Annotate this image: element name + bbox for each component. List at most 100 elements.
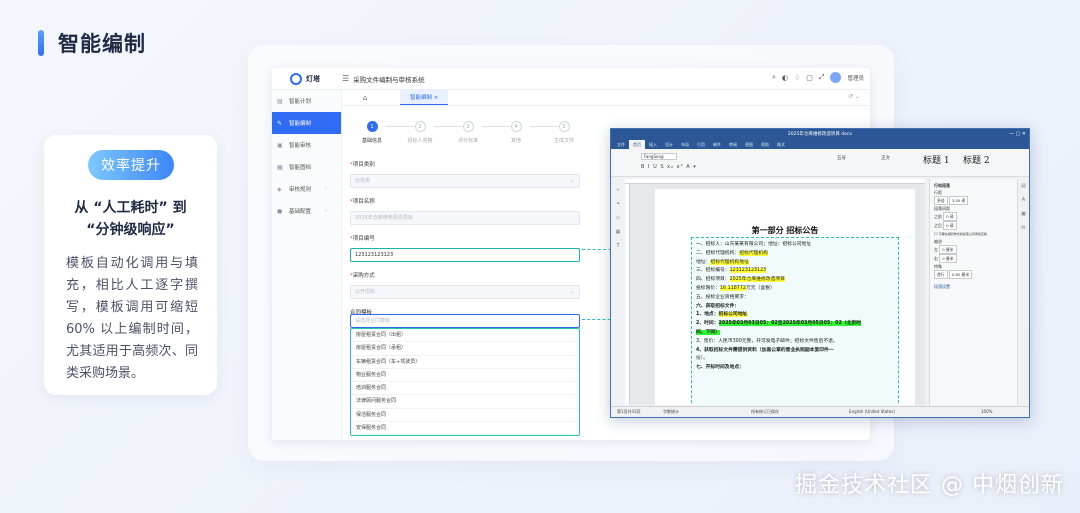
project-name-input[interactable]: 2025年仓库维修改造项目	[350, 211, 580, 225]
dropdown-option[interactable]: 培训服务合同	[351, 382, 579, 396]
spacing-select[interactable]: 多倍	[934, 196, 948, 205]
search-icon[interactable]: ⌕	[613, 183, 623, 197]
spacing-checkbox[interactable]: ☐ 不要在相同样式的段落之间添加空格	[934, 230, 1013, 238]
sidebar-item-plan[interactable]: ▤ 智能计划	[272, 90, 341, 112]
fullscreen-icon[interactable]: ⤢	[819, 73, 825, 82]
step-basic-info[interactable]: 1 基础信息	[348, 121, 396, 144]
image-icon[interactable]: ▣	[1018, 207, 1029, 221]
sidebar-item-compile[interactable]: ✎ 智能编制	[272, 112, 341, 134]
special-number[interactable]: 0.85 厘米	[948, 270, 973, 279]
track-status: 所有修订已保存	[751, 409, 779, 414]
tab-strip: ⌂ 智能编制 × ↺ ⌄	[342, 90, 870, 106]
dropdown-option[interactable]: 房屋租赁合同（承租）	[351, 342, 579, 356]
ribbon-tab[interactable]: 布局	[677, 142, 693, 148]
system-title: 采购文件编制与审核系统	[353, 75, 425, 84]
step-generate[interactable]: 5 生成文件	[540, 121, 588, 144]
sidebar-item-label: 审核规则	[289, 187, 312, 193]
special-select[interactable]: 首行	[934, 270, 948, 279]
table-icon[interactable]: ▦	[613, 225, 623, 239]
home-icon[interactable]: ⌂	[342, 94, 388, 102]
tab-tools[interactable]: ↺ ⌄	[848, 93, 860, 100]
status-bar: 第1页共43页 字数统计 所有修订已保存 English (United Sta…	[611, 406, 1029, 417]
grid-icon[interactable]: ▢	[806, 74, 813, 82]
contract-template-select[interactable]: 请选择合同模板 ⌃	[350, 314, 580, 328]
bell-icon[interactable]: ♢	[794, 74, 800, 82]
step-label: 基础信息	[361, 138, 382, 144]
avatar[interactable]	[830, 72, 842, 83]
zoom-level[interactable]: 100%	[981, 407, 992, 417]
ribbon-tab[interactable]: 视图	[741, 142, 757, 148]
right-indent-input[interactable]: 0 厘米	[939, 254, 957, 263]
sidebar-item-rules[interactable]: ◈ 审核规则 ›	[272, 178, 341, 200]
purchase-method-select[interactable]: 公开招标 ⌄	[350, 285, 580, 299]
step-bidder-qualification[interactable]: 2 招标人资格	[396, 121, 444, 144]
word-count[interactable]: 字数统计	[663, 407, 679, 417]
project-category-label: *项目类别	[350, 162, 375, 168]
style-heading2[interactable]: 标题 2	[963, 153, 990, 166]
ribbon-tab[interactable]: 帮助	[757, 142, 773, 148]
sidebar-item-config[interactable]: ● 基础配置 ›	[272, 200, 341, 222]
sidebar-item-audit[interactable]: ▣ 智能审核	[272, 134, 341, 156]
special-row: 首行 0.85 厘米	[934, 270, 1013, 279]
ribbon-tab[interactable]: 首页	[629, 140, 645, 149]
ribbon-tab[interactable]: 文件	[613, 142, 629, 148]
step-label: 评分标准	[457, 138, 478, 144]
paragraph-settings-link[interactable]: 段落设置	[934, 283, 1013, 290]
dropdown-option[interactable]: 车辆租赁合同（车+驾驶员）	[351, 356, 579, 369]
header-tools: ⌕ ◐ ♢ ▢ ⤢ 管理员	[772, 72, 864, 83]
user-name[interactable]: 管理员	[847, 74, 864, 82]
left-indent-input[interactable]: 0 厘米	[939, 245, 957, 254]
format-buttons[interactable]: B I U S x₂ x² A ▾	[641, 164, 697, 170]
comment-icon[interactable]: ✉	[1018, 221, 1029, 235]
project-code-input[interactable]: 123123123123	[350, 248, 580, 262]
format-icon[interactable]: ▤	[1018, 179, 1029, 193]
font-size-preview[interactable]: 五号	[837, 155, 846, 161]
font-select[interactable]: FangSong	[641, 153, 677, 160]
ribbon-tab[interactable]: 引用	[693, 142, 709, 148]
style-normal[interactable]: 正文	[881, 155, 890, 161]
dropdown-option[interactable]: 法律顾问服务合同	[351, 395, 579, 409]
document-line: 4、获取招标文件需提供资料（加盖公章的营业执照副本复印件一	[696, 347, 894, 356]
project-category-select[interactable]: 业务类 ⌄	[350, 174, 580, 188]
search-icon[interactable]: ⌕	[772, 73, 776, 82]
theme-icon[interactable]: ◐	[782, 74, 788, 82]
sidebar-item-archive[interactable]: ▦ 智能图档	[272, 156, 341, 178]
step-number: 4	[510, 121, 522, 132]
page-header: 智能编制	[38, 28, 146, 58]
sidebar-item-label: 智能图档	[289, 165, 312, 171]
text-icon[interactable]: T	[613, 239, 623, 253]
sidebar-item-label: 智能计划	[289, 99, 312, 105]
tab-compile[interactable]: 智能编制 ×	[400, 90, 449, 105]
window-controls-icon[interactable]: — ▢ ✕	[1009, 129, 1026, 140]
document-line-text: 一、招标人：山东某某有限公司；地址：招标公司地址	[696, 242, 812, 247]
ribbon-tab[interactable]: 审阅	[725, 142, 741, 148]
step-scoring[interactable]: 3 评分标准	[444, 121, 492, 144]
after-input[interactable]: 0 磅	[943, 221, 957, 230]
calendar-icon: ▤	[277, 97, 283, 105]
style-heading1[interactable]: 标题 1	[923, 153, 950, 166]
dropdown-option[interactable]: 保洁服务合同	[351, 409, 579, 423]
logo-icon	[290, 72, 302, 85]
para-spacing-label: 段落间距	[934, 206, 950, 211]
document-page[interactable]: 第一部分 招标公告 一、招标人：山东某某有限公司；地址：招标公司地址 二、招标代理…	[655, 189, 915, 405]
dropdown-option[interactable]: 物业服务合同	[351, 369, 579, 383]
benefit-card: 效率提升 从 “人工耗时” 到 “分钟级响应” 模板自动化调用与填充，相比人工逐…	[44, 135, 217, 395]
menu-icon[interactable]: ☰	[342, 74, 349, 83]
after-label: 之后	[934, 223, 942, 228]
ribbon-tab[interactable]: 插入	[645, 142, 661, 148]
before-input[interactable]: 0 磅	[943, 212, 957, 221]
dropdown-option[interactable]: 安保服务合同	[351, 422, 579, 436]
document-line: 六、获取招标文件：	[696, 303, 894, 312]
ribbon-tab[interactable]: 邮件	[709, 142, 725, 148]
left-row: 左 0 厘米	[934, 245, 1013, 254]
dropdown-option[interactable]: 房屋租赁合同（出租）	[351, 329, 579, 343]
spacing-number[interactable]: 3.00 磅	[948, 196, 969, 205]
step-other[interactable]: 4 其他	[492, 121, 540, 144]
language-status[interactable]: English (United States)	[849, 407, 895, 417]
style-icon[interactable]: A	[1018, 193, 1029, 207]
ribbon-tab[interactable]: 设计	[661, 142, 677, 148]
ribbon: FangSong B I U S x₂ x² A ▾ 五号 正文 标题 1 标题…	[611, 149, 1029, 177]
link-icon[interactable]: ⚭	[613, 197, 623, 211]
shape-icon[interactable]: ◇	[613, 211, 623, 225]
ribbon-tab[interactable]: 格式	[773, 142, 789, 148]
